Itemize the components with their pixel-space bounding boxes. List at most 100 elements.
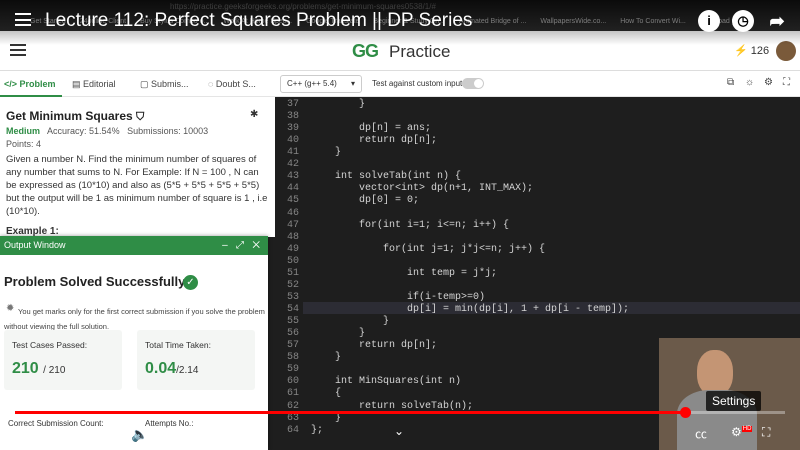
code-line[interactable]: dp[i] = min(dp[i], 1 + dp[i - temp]);: [311, 304, 629, 315]
code-line[interactable]: int temp = j*j;: [311, 268, 497, 279]
hd-badge: HD: [741, 426, 753, 432]
code-line[interactable]: int MinSquares(int n): [311, 376, 461, 387]
test-cases-card: Test Cases Passed: 210 / 210: [4, 330, 122, 390]
language-select[interactable]: C++ (g++ 5.4) ▾: [280, 75, 362, 93]
line-number: 54: [286, 304, 299, 316]
theme-icon[interactable]: ☼: [745, 77, 754, 88]
chat-icon: ◌: [208, 79, 214, 89]
line-number: 63: [286, 412, 299, 424]
time-taken-card: Total Time Taken: 0.04/2.14: [137, 330, 255, 390]
code-line[interactable]: for(int j=1; j*j<=n; j++) {: [311, 244, 545, 255]
play-icon[interactable]: ▶: [61, 426, 72, 443]
menu-icon[interactable]: [10, 44, 26, 56]
problem-description: Given a number N. Find the minimum numbe…: [6, 154, 268, 217]
bookmark-icon[interactable]: ⛉: [136, 111, 144, 123]
code-line[interactable]: int solveTab(int n) {: [311, 171, 461, 182]
tab-submissions[interactable]: ▢ Submis...: [140, 79, 189, 90]
test-cases-label: Test Cases Passed:: [12, 340, 88, 350]
output-window-header: Output Window – ⤢ ✕: [0, 236, 268, 255]
test-cases-value: 210 / 210: [12, 360, 66, 377]
line-number: 51: [286, 267, 299, 279]
next-icon[interactable]: ⏭: [97, 426, 110, 443]
output-window-title: Output Window: [4, 240, 66, 250]
progress-scrubber[interactable]: [679, 407, 691, 418]
tab-problem[interactable]: </> Problem: [4, 79, 56, 89]
code-line[interactable]: return solveTab(n);: [311, 401, 473, 412]
line-number: 46: [286, 207, 299, 219]
line-number: 50: [286, 255, 299, 267]
line-number: 52: [286, 279, 299, 291]
line-number: 45: [286, 195, 299, 207]
custom-input-label: Test against custom input: [372, 79, 463, 88]
captions-icon[interactable]: ㏄: [695, 425, 707, 442]
watch-later-icon[interactable]: ◷: [732, 10, 754, 32]
line-number: 42: [286, 159, 299, 171]
code-line[interactable]: }: [311, 316, 389, 327]
line-number: 43: [286, 171, 299, 183]
tab-doubt-support[interactable]: ◌ Doubt S...: [208, 79, 256, 89]
code-line[interactable]: vector<int> dp(n+1, INT_MAX);: [311, 183, 533, 194]
line-number: 61: [286, 388, 299, 400]
bug-icon[interactable]: ✱: [250, 109, 258, 120]
logo-text[interactable]: Practice: [389, 42, 450, 62]
chevron-down-icon[interactable]: ⌄: [394, 424, 404, 438]
line-number: 58: [286, 352, 299, 364]
bolt-icon: ⚡: [734, 45, 748, 57]
tab-editorial[interactable]: ▤ Editorial: [72, 79, 116, 90]
fullscreen-icon[interactable]: ⛶: [762, 425, 770, 440]
copy-icon[interactable]: ⧉: [727, 77, 734, 88]
minimize-icon[interactable]: –: [222, 240, 228, 251]
line-number: 60: [286, 376, 299, 388]
line-number: 48: [286, 231, 299, 243]
code-line[interactable]: if(i-temp>=0): [311, 292, 485, 303]
line-number: 41: [286, 147, 299, 159]
logo-icon[interactable]: GG: [352, 41, 379, 62]
correct-submission-label: Correct Submission Count:: [8, 419, 104, 428]
line-number: 57: [286, 340, 299, 352]
code-line[interactable]: }: [311, 352, 341, 363]
line-number: 62: [286, 400, 299, 412]
close-icon[interactable]: ✕: [252, 240, 260, 251]
time-taken-label: Total Time Taken:: [145, 340, 211, 350]
problem-pane: Get Minimum Squares ⛉ ✱ Medium Accuracy:…: [0, 97, 275, 237]
code-line[interactable]: dp[0] = 0;: [311, 195, 419, 206]
code-line[interactable]: }: [311, 99, 365, 110]
book-icon: ▤: [72, 79, 81, 89]
video-title[interactable]: Lecture 112: Perfect Squares Problem || …: [45, 10, 472, 32]
code-line[interactable]: return dp[n];: [311, 340, 437, 351]
settings-tooltip: Settings: [706, 391, 762, 411]
volume-icon[interactable]: 🔈: [131, 426, 148, 443]
accuracy-text: Accuracy: 51.54%: [47, 126, 120, 136]
submissions-text: Submissions: 10003: [127, 126, 209, 136]
code-line[interactable]: }: [311, 328, 365, 339]
settings-gear-icon[interactable]: ⚙HD: [731, 425, 753, 439]
info-icon[interactable]: i: [698, 10, 720, 32]
code-line[interactable]: for(int i=1; i<=n; i++) {: [311, 220, 509, 231]
share-icon[interactable]: ➦: [766, 10, 788, 32]
settings-icon[interactable]: ⚙: [764, 77, 773, 88]
line-number: 56: [286, 328, 299, 340]
avatar[interactable]: [776, 41, 796, 61]
editor-toolbar: C++ (g++ 5.4) ▾ Test against custom input…: [275, 71, 800, 97]
code-line[interactable]: dp[n] = ans;: [311, 123, 431, 134]
code-line[interactable]: {: [311, 388, 341, 399]
doc-icon: ▢: [140, 79, 149, 89]
code-line[interactable]: }: [311, 413, 341, 424]
bookmark-item[interactable]: WallpapersWide.co...: [540, 18, 606, 25]
line-number: 49: [286, 243, 299, 255]
code-line[interactable]: };: [311, 425, 323, 436]
problem-tabs: </> Problem ▤ Editorial ▢ Submis... ◌ Do…: [0, 71, 275, 97]
screen: https://practice.geeksforgeeks.org/probl…: [0, 0, 800, 450]
video-menu-icon[interactable]: [15, 13, 31, 26]
code-line[interactable]: return dp[n];: [311, 135, 437, 146]
bookmark-item[interactable]: How To Convert Wi...: [620, 18, 686, 25]
fullscreen-icon[interactable]: ⛶: [783, 77, 790, 88]
difficulty-badge: Medium: [6, 126, 41, 136]
custom-input-toggle[interactable]: [462, 78, 484, 89]
code-line[interactable]: }: [311, 147, 341, 158]
previous-icon[interactable]: ⏮: [26, 426, 39, 443]
line-number: 53: [286, 291, 299, 303]
progress-fill: [15, 411, 685, 414]
expand-icon[interactable]: ⤢: [236, 240, 244, 251]
line-number: 47: [286, 219, 299, 231]
